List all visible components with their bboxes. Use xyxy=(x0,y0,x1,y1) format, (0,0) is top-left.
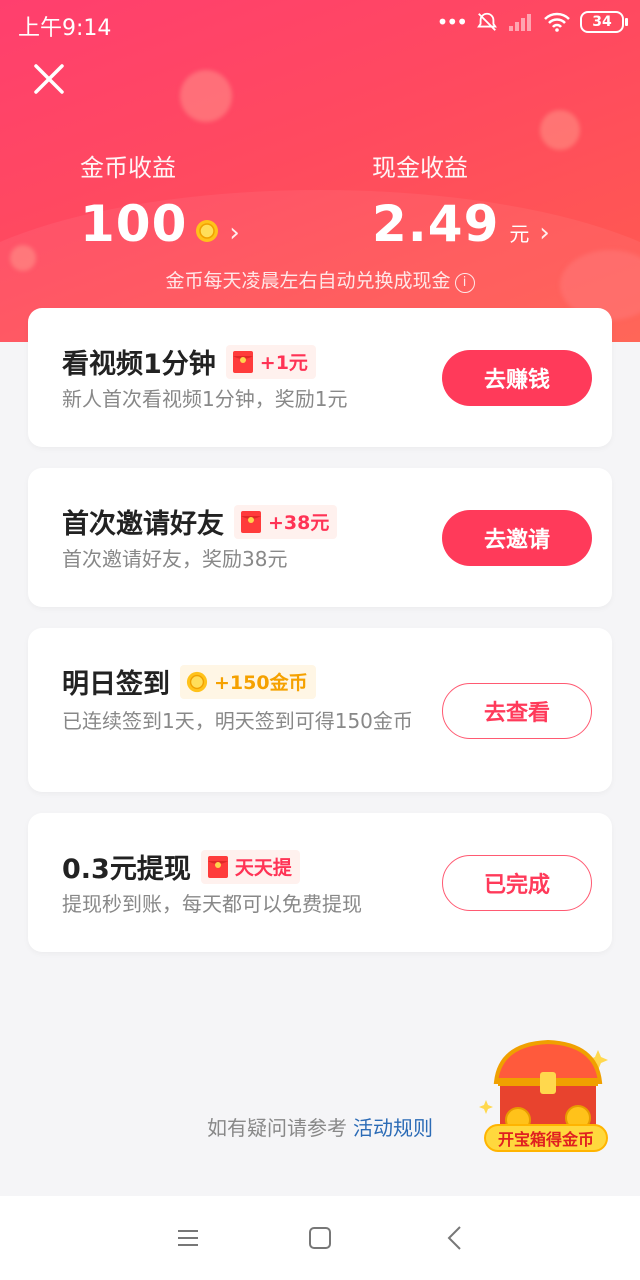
reward-badge-text: +150金币 xyxy=(214,672,308,694)
status-time: 上午9:14 xyxy=(18,16,112,41)
invite-button[interactable]: 去邀请 xyxy=(442,510,592,566)
back-icon[interactable] xyxy=(440,1222,472,1254)
task-description: 提现秒到账，每天都可以免费提现 xyxy=(62,892,362,916)
task-card-check-in: 明日签到 +150金币 已连续签到1天，明天签到可得150金币 去查看 xyxy=(28,628,612,792)
coin-earnings: 金币收益 100 › xyxy=(80,148,240,253)
menu-icon[interactable] xyxy=(172,1222,204,1254)
reward-badge: +1元 xyxy=(225,344,316,379)
coin-icon xyxy=(196,220,219,242)
reward-badge-text: 天天提 xyxy=(234,857,292,879)
treasure-label[interactable]: 开宝箱得金币 xyxy=(484,1124,608,1152)
red-envelope-icon xyxy=(241,510,261,533)
task-description: 已连续签到1天，明天签到可得150金币 xyxy=(62,709,413,733)
home-icon[interactable] xyxy=(304,1222,336,1254)
activity-rules-link[interactable]: 活动规则 xyxy=(353,1116,433,1140)
battery-icon: 34 xyxy=(580,11,628,33)
exchange-note: 金币每天凌晨左右自动兑换成现金 i xyxy=(0,266,640,294)
red-envelope-icon xyxy=(232,350,253,373)
cash-earnings-link[interactable]: 2.49 元 › xyxy=(372,195,550,253)
coin-earnings-link[interactable]: 100 › xyxy=(80,195,240,253)
task-title: 明日签到 xyxy=(62,669,170,700)
close-icon[interactable] xyxy=(30,60,68,98)
cash-earnings-value: 2.49 xyxy=(372,195,500,253)
reward-badge: +150金币 xyxy=(180,664,316,699)
coin-earnings-value: 100 xyxy=(80,195,188,253)
chevron-right-icon: › xyxy=(539,218,550,248)
completed-button[interactable]: 已完成 xyxy=(442,855,592,911)
task-description: 首次邀请好友，奖励38元 xyxy=(62,547,288,571)
reward-badge: 天天提 xyxy=(200,849,300,884)
battery-level: 34 xyxy=(592,14,612,30)
wifi-icon xyxy=(544,12,570,32)
more-dots-icon: ••• xyxy=(436,10,468,34)
cash-earnings-label: 现金收益 xyxy=(372,154,468,182)
header-decoration xyxy=(180,70,232,122)
rules-hint-text: 如有疑问请参考 xyxy=(207,1116,347,1140)
cash-unit: 元 xyxy=(509,222,530,246)
reward-badge-text: +38元 xyxy=(268,512,330,534)
task-description: 新人首次看视频1分钟，奖励1元 xyxy=(62,387,348,411)
system-nav-bar xyxy=(0,1196,640,1280)
status-bar: 上午9:14 ••• 34 xyxy=(0,0,640,46)
task-title: 看视频1分钟 xyxy=(62,349,216,380)
task-title: 首次邀请好友 xyxy=(62,509,224,540)
info-icon[interactable]: i xyxy=(454,273,475,293)
signal-icon xyxy=(509,14,531,31)
chevron-right-icon: › xyxy=(229,218,240,248)
reward-badge-text: +1元 xyxy=(259,352,308,374)
exchange-note-text: 金币每天凌晨左右自动兑换成现金 xyxy=(165,270,451,292)
red-envelope-icon xyxy=(207,855,228,878)
cash-earnings: 现金收益 2.49 元 › xyxy=(372,148,550,253)
coin-icon xyxy=(186,671,208,692)
task-card-invite-friend: 首次邀请好友 +38元 首次邀请好友，奖励38元 去邀请 xyxy=(28,468,612,607)
coin-earnings-label: 金币收益 xyxy=(80,154,176,182)
task-title: 0.3元提现 xyxy=(62,854,191,885)
task-card-withdraw: 0.3元提现 天天提 提现秒到账，每天都可以免费提现 已完成 xyxy=(28,813,612,952)
reward-badge: +38元 xyxy=(234,504,338,539)
view-check-in-button[interactable]: 去查看 xyxy=(442,683,592,739)
watch-video-button[interactable]: 去赚钱 xyxy=(442,350,592,406)
task-card-watch-video: 看视频1分钟 +1元 新人首次看视频1分钟，奖励1元 去赚钱 xyxy=(28,308,612,447)
header-decoration xyxy=(540,110,580,150)
alarm-mute-icon xyxy=(477,12,497,31)
